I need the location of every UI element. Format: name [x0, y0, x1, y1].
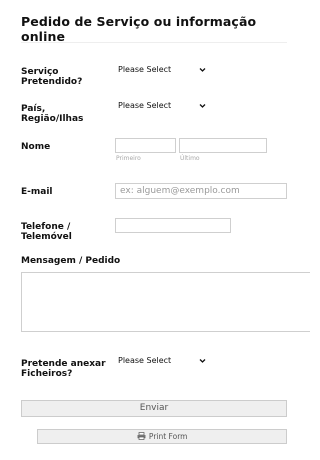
phone-label: Telefone / Telemóvel — [21, 222, 72, 242]
print-form-button[interactable]: Print Form — [37, 429, 287, 444]
country-select[interactable]: Please Select — [115, 99, 211, 113]
service-label-line1: Serviço — [21, 67, 59, 77]
last-name-sublabel: Último — [180, 155, 200, 162]
print-form-label: Print Form — [148, 432, 188, 441]
attach-select[interactable]: Please Select — [115, 354, 211, 368]
service-label: Serviço Pretendido? — [21, 67, 82, 87]
page-title: Pedido de Serviço ou informação online — [21, 14, 257, 44]
phone-input[interactable] — [115, 218, 231, 233]
first-name-sublabel: Primeiro — [116, 155, 141, 162]
attach-select-value: Please Select — [118, 356, 172, 365]
service-label-line2: Pretendido? — [21, 77, 83, 87]
title-divider — [21, 42, 287, 43]
service-select-value: Please Select — [118, 65, 172, 74]
email-label: E-mail — [21, 187, 53, 197]
attach-label: Pretende anexar Ficheiros? — [21, 359, 106, 379]
chevron-down-icon — [199, 63, 206, 82]
message-label: Mensagem / Pedido — [21, 256, 121, 266]
email-field[interactable]: ex: alguem@exemplo.com — [115, 183, 287, 199]
attach-label-line2: Ficheiros? — [21, 369, 73, 379]
last-name-input[interactable] — [179, 138, 267, 153]
chevron-down-icon — [199, 99, 206, 118]
phone-label-line1: Telefone / — [21, 222, 71, 232]
attach-label-line1: Pretende anexar — [21, 359, 106, 369]
chevron-down-icon — [199, 354, 206, 373]
name-label: Nome — [21, 142, 51, 152]
service-select[interactable]: Please Select — [115, 63, 211, 77]
country-label-line2: Região/Ilhas — [21, 114, 84, 124]
country-label: País, Região/Ilhas — [21, 104, 83, 124]
country-select-value: Please Select — [118, 101, 172, 110]
message-textarea[interactable] — [21, 272, 310, 332]
country-label-line1: País, — [21, 104, 46, 114]
printer-icon — [137, 432, 148, 441]
submit-button[interactable]: Enviar — [21, 400, 287, 417]
first-name-input[interactable] — [115, 138, 176, 153]
phone-label-line2: Telemóvel — [21, 232, 72, 242]
